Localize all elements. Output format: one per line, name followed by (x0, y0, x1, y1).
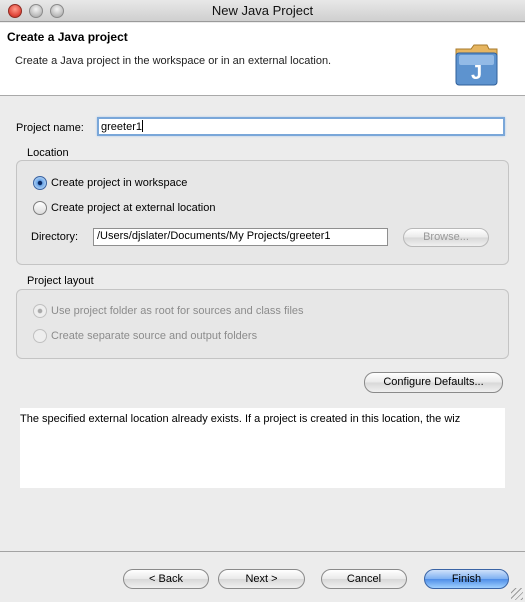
project-layout-group (16, 289, 509, 359)
java-project-icon: J (455, 44, 498, 86)
cancel-button[interactable]: Cancel (321, 569, 407, 589)
page-title: Create a Java project (7, 30, 128, 44)
workspace-option-label[interactable]: Create project in workspace (51, 177, 187, 189)
configure-defaults-button[interactable]: Configure Defaults... (364, 372, 503, 393)
window-title: New Java Project (211, 3, 314, 18)
directory-input[interactable]: /Users/djslater/Documents/My Projects/gr… (93, 228, 388, 246)
location-group-title: Location (27, 147, 69, 159)
external-location-radio[interactable] (33, 201, 47, 215)
separate-folders-radio[interactable] (33, 329, 47, 343)
directory-label: Directory: (31, 231, 79, 243)
project-layout-group-title: Project layout (27, 275, 94, 287)
project-name-value: greeter1 (101, 121, 142, 133)
next-button[interactable]: Next > (218, 569, 305, 589)
java-letter: J (471, 62, 482, 84)
resize-grip-icon[interactable] (511, 588, 523, 600)
workspace-radio[interactable] (33, 176, 47, 190)
project-name-input[interactable]: greeter1 (97, 117, 505, 136)
page-description: Create a Java project in the workspace o… (15, 55, 332, 67)
finish-button[interactable]: Finish (424, 569, 509, 589)
browse-button[interactable]: Browse... (403, 228, 489, 247)
root-folder-radio[interactable] (33, 304, 47, 318)
wizard-banner: Create a Java project Create a Java proj… (0, 23, 525, 96)
text-caret (141, 120, 143, 132)
message-area: The specified external location already … (20, 408, 505, 488)
separate-folders-option-label[interactable]: Create separate source and output folder… (51, 330, 257, 342)
project-name-label: Project name: (16, 122, 84, 134)
external-option-label[interactable]: Create project at external location (51, 202, 215, 214)
root-folder-option-label[interactable]: Use project folder as root for sources a… (51, 305, 304, 317)
button-bar-separator (0, 551, 525, 552)
back-button[interactable]: < Back (123, 569, 209, 589)
message-text: The specified external location already … (20, 413, 461, 425)
title-bar: New Java Project (0, 0, 525, 22)
